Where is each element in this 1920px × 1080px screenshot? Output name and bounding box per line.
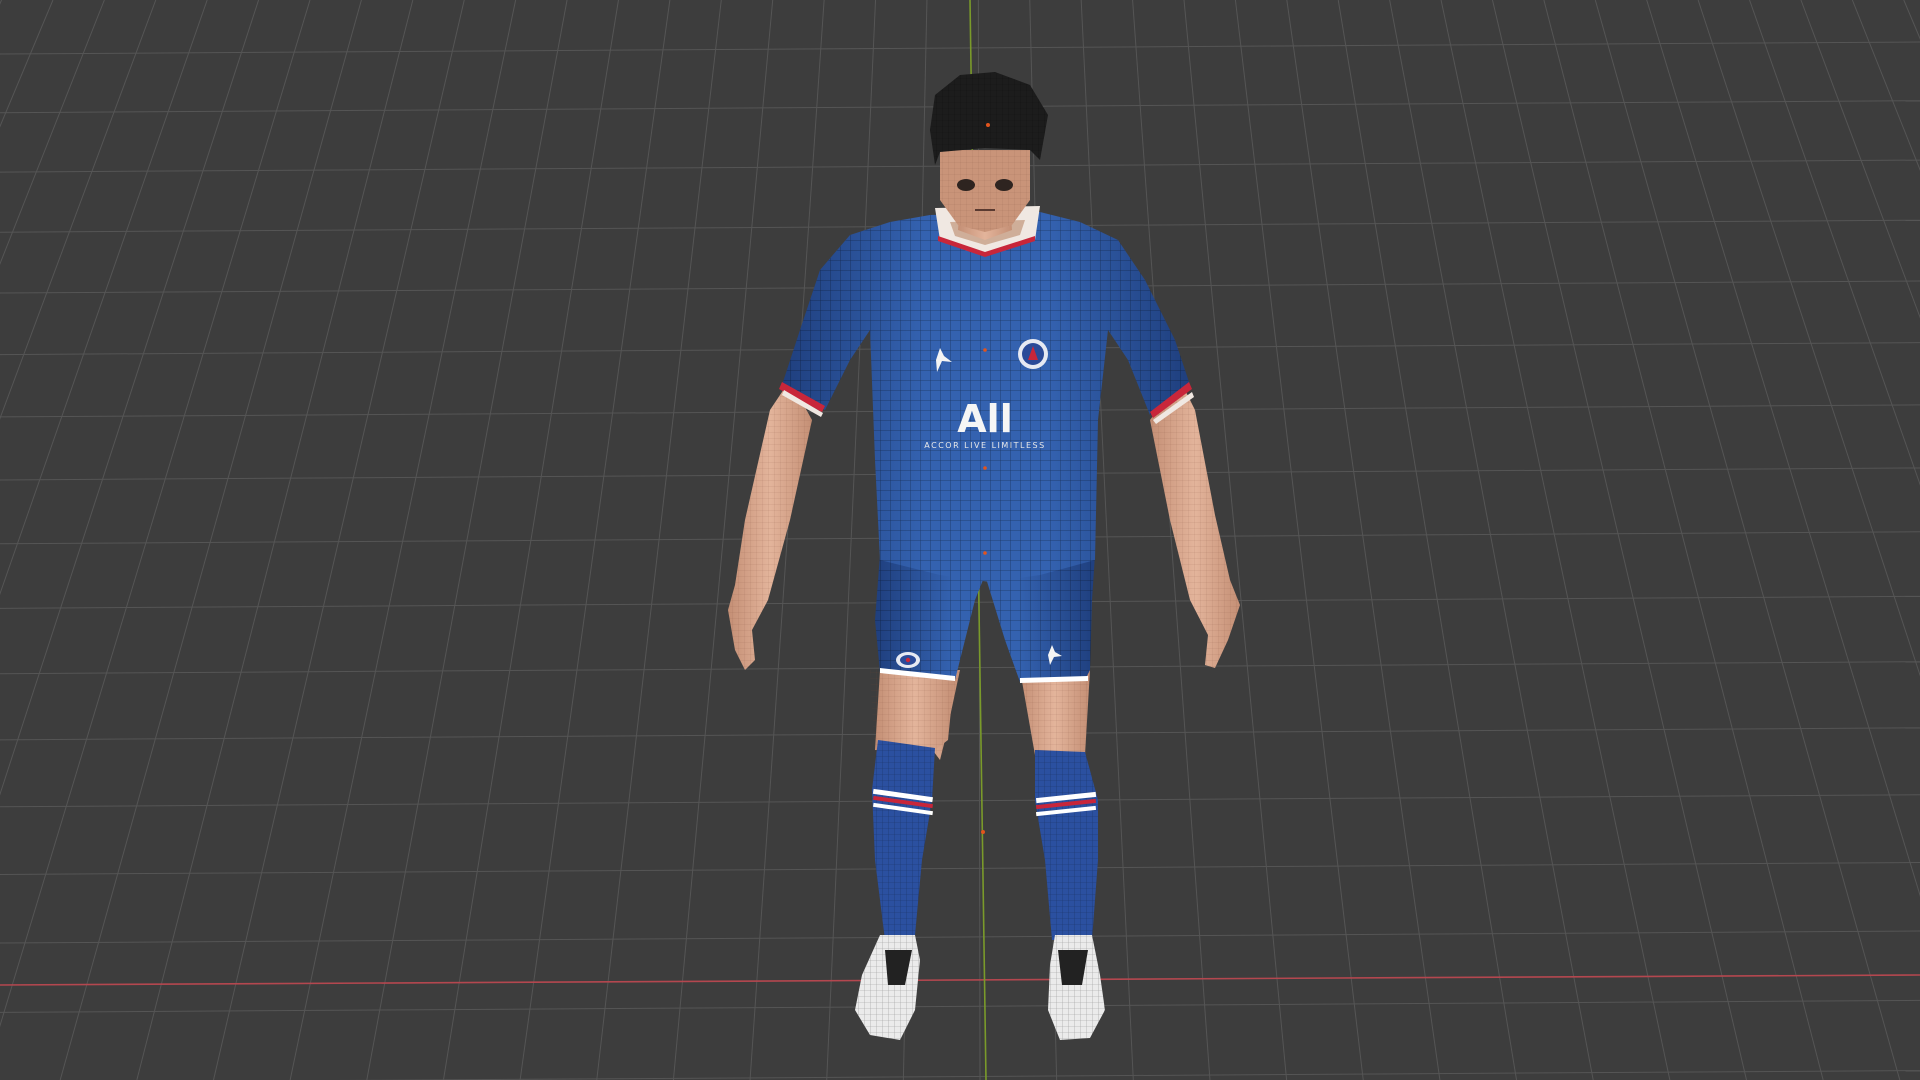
3d-viewport[interactable]: All ACCOR LIVE LIMITLESS [0,0,1920,1080]
grid-line [0,794,1920,808]
left-boot [855,935,920,1040]
grid-line [0,0,105,266]
grid-line [1851,0,1920,171]
grid-line [0,0,54,128]
grid-line [0,861,1920,875]
left-arm [728,380,812,670]
grid-line [1800,0,1920,319]
grid-line [0,661,1920,675]
grid-line [1286,0,1441,1080]
left-sock [872,740,935,940]
grid-line [289,0,517,1080]
grid-line [1903,0,1920,40]
grid-line [0,930,1920,944]
shorts-club-crest-icon [896,652,920,668]
grid-line [1337,0,1518,1080]
x-axis-line [0,974,1920,986]
grid-line [0,0,2,5]
grid-line [1234,0,1364,1080]
grid-line [213,0,465,1080]
jersey: All ACCOR LIVE LIMITLESS [779,206,1194,582]
right-sock [1035,750,1098,940]
grid-line [0,0,157,420]
sponsor-logo: All [957,397,1012,441]
right-arm [1150,380,1240,668]
grid-line [136,0,414,1080]
grid-line [0,727,1920,741]
grid-line [0,0,208,596]
grid-line [826,0,877,1080]
club-crest-icon [1018,339,1048,369]
sponsor-tagline: ACCOR LIVE LIMITLESS [924,441,1045,450]
grid-line [1749,0,1920,486]
grid-line [0,41,1920,55]
grid-line [1697,0,1920,677]
grid-line [333,1070,1920,1080]
viewport-canvas[interactable]: All ACCOR LIVE LIMITLESS [0,0,1920,1080]
grid-line [59,0,362,1080]
grid-line [0,0,311,1028]
grid-line [0,0,260,796]
grid-line [0,999,1920,1013]
right-boot [1048,935,1105,1040]
